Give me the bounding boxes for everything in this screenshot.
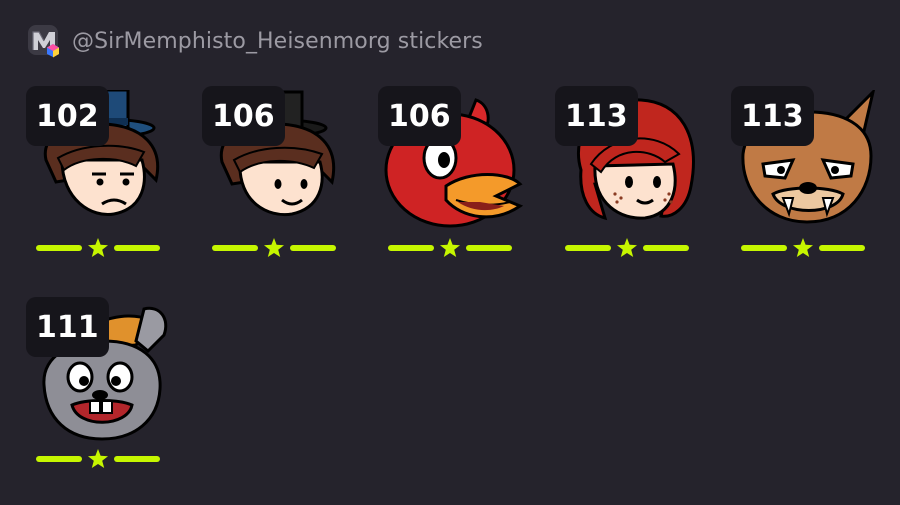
usage-count-badge: 113 — [555, 86, 638, 146]
star-icon — [88, 238, 108, 257]
usage-count-badge: 106 — [202, 86, 285, 146]
usage-count: 106 — [388, 98, 451, 134]
usage-count: 113 — [565, 98, 628, 134]
sticker-item[interactable]: 113 — [555, 86, 705, 266]
usage-count-badge: 106 — [378, 86, 461, 146]
sticker-item[interactable]: 113 — [731, 86, 881, 266]
star-icon — [88, 449, 108, 468]
usage-count-badge: 102 — [26, 86, 109, 146]
star-icon — [264, 238, 284, 257]
usage-count: 102 — [36, 98, 99, 134]
usage-count: 111 — [36, 309, 99, 345]
sticker-grid: 102 106 106 113 113 111 — [0, 0, 900, 505]
sticker-item[interactable]: 106 — [378, 86, 528, 266]
rating-bar — [388, 238, 512, 258]
usage-count: 113 — [741, 98, 804, 134]
usage-count-badge: 113 — [731, 86, 814, 146]
rating-bar — [565, 238, 689, 258]
rating-bar — [212, 238, 336, 258]
star-icon — [440, 238, 460, 257]
star-icon — [617, 238, 637, 257]
rating-bar — [741, 238, 865, 258]
star-icon — [793, 238, 813, 257]
sticker-item[interactable]: 111 — [26, 297, 176, 477]
rating-bar — [36, 449, 160, 469]
sticker-item[interactable]: 106 — [202, 86, 352, 266]
usage-count: 106 — [212, 98, 275, 134]
sticker-item[interactable]: 102 — [26, 86, 176, 266]
rating-bar — [36, 238, 160, 258]
usage-count-badge: 111 — [26, 297, 109, 357]
